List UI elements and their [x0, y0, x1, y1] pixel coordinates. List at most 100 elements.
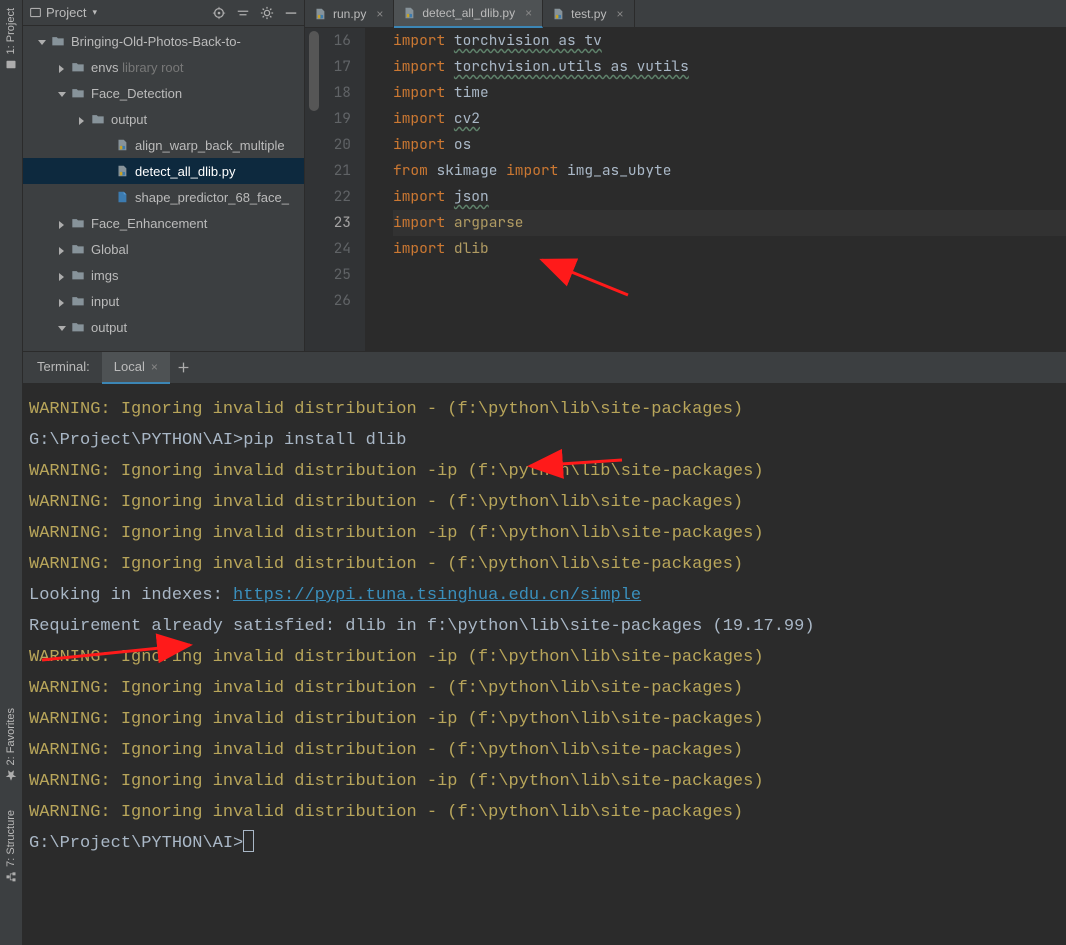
- tree-label: output: [111, 112, 147, 127]
- folder-icon: [71, 86, 85, 100]
- tree-arrow-icon: [57, 88, 67, 98]
- close-icon[interactable]: ×: [151, 360, 158, 374]
- tree-label: Bringing-Old-Photos-Back-to-: [71, 34, 241, 49]
- code-line[interactable]: [393, 262, 1066, 288]
- tree-arrow-icon: [101, 192, 111, 202]
- tool-tab-label: 2: Favorites: [5, 708, 17, 765]
- folder-icon: [71, 294, 85, 308]
- line-number: 21: [305, 158, 351, 184]
- tree-label: Face_Enhancement: [91, 216, 207, 231]
- terminal-line: G:\Project\PYTHON\AI>pip install dlib: [29, 425, 1062, 456]
- tree-label: detect_all_dlib.py: [135, 164, 235, 179]
- line-number: 22: [305, 184, 351, 210]
- scrollbar-thumb[interactable]: [309, 31, 319, 111]
- code-editor[interactable]: 1617181920212223242526 import torchvisio…: [305, 28, 1066, 351]
- code-line[interactable]: import argparse: [393, 210, 1066, 236]
- terminal-line: WARNING: Ignoring invalid distribution -…: [29, 766, 1062, 797]
- project-icon: [5, 58, 17, 70]
- tree-arrow-icon: [57, 62, 67, 72]
- line-number: 20: [305, 132, 351, 158]
- terminal-panel: Terminal: Local × WARNING: Ignoring inva…: [23, 352, 1066, 945]
- terminal-line: WARNING: Ignoring invalid distribution -…: [29, 642, 1062, 673]
- tool-tab-structure[interactable]: 7: Structure: [5, 810, 17, 883]
- code-line[interactable]: from skimage import img_as_ubyte: [393, 158, 1066, 184]
- folder-icon: [71, 216, 85, 230]
- tree-item[interactable]: output: [23, 106, 304, 132]
- editor-tab[interactable]: detect_all_dlib.py ×: [394, 0, 543, 28]
- close-icon[interactable]: ×: [376, 7, 383, 21]
- terminal-body[interactable]: WARNING: Ignoring invalid distribution -…: [23, 384, 1066, 945]
- code-line[interactable]: import time: [393, 80, 1066, 106]
- tree-item[interactable]: Bringing-Old-Photos-Back-to-: [23, 28, 304, 54]
- terminal-line: WARNING: Ignoring invalid distribution -…: [29, 797, 1062, 828]
- index-url-link[interactable]: https://pypi.tuna.tsinghua.edu.cn/simple: [233, 586, 641, 605]
- star-icon: [5, 770, 17, 782]
- tool-tab-project[interactable]: 1: Project: [5, 8, 17, 70]
- tree-item[interactable]: shape_predictor_68_face_: [23, 184, 304, 210]
- folder-icon: [71, 242, 85, 256]
- tool-tab-label: 1: Project: [5, 8, 17, 54]
- tree-label: imgs: [91, 268, 118, 283]
- terminal-line: Looking in indexes: https://pypi.tuna.ts…: [29, 580, 1062, 611]
- terminal-line: WARNING: Ignoring invalid distribution -…: [29, 487, 1062, 518]
- tool-tab-label: 7: Structure: [5, 810, 17, 867]
- python-file-icon: [402, 6, 416, 20]
- folder-icon: [71, 60, 85, 74]
- folder-icon: [71, 268, 85, 282]
- tree-item[interactable]: input: [23, 288, 304, 314]
- gear-icon[interactable]: [260, 6, 274, 20]
- tree-arrow-icon: [57, 244, 67, 254]
- tool-tab-favorites[interactable]: 2: Favorites: [5, 708, 17, 781]
- tree-item[interactable]: align_warp_back_multiple: [23, 132, 304, 158]
- tab-label: run.py: [333, 7, 366, 21]
- folder-icon: [71, 320, 85, 334]
- tree-label: shape_predictor_68_face_: [135, 190, 289, 205]
- tree-item[interactable]: output: [23, 314, 304, 340]
- code-line[interactable]: import cv2: [393, 106, 1066, 132]
- tool-window-strip: 1: Project 2: Favorites 7: Structure: [0, 0, 23, 945]
- tree-item[interactable]: Face_Enhancement: [23, 210, 304, 236]
- project-view-selector[interactable]: Project ▾: [29, 5, 97, 20]
- tree-label: Face_Detection: [91, 86, 182, 101]
- terminal-title: Terminal:: [25, 352, 102, 384]
- code-line[interactable]: [393, 288, 1066, 314]
- tree-label: output: [91, 320, 127, 335]
- tree-arrow-icon: [37, 36, 47, 46]
- expand-icon[interactable]: [236, 6, 250, 20]
- code-line[interactable]: import dlib: [393, 236, 1066, 262]
- python-file-icon: [115, 138, 129, 152]
- terminal-line: WARNING: Ignoring invalid distribution -…: [29, 518, 1062, 549]
- code-line[interactable]: import json: [393, 184, 1066, 210]
- project-tree[interactable]: Bringing-Old-Photos-Back-to-envs library…: [23, 26, 304, 351]
- terminal-line: WARNING: Ignoring invalid distribution -…: [29, 673, 1062, 704]
- tree-label: align_warp_back_multiple: [135, 138, 285, 153]
- tree-item[interactable]: envs library root: [23, 54, 304, 80]
- locate-icon[interactable]: [212, 6, 226, 20]
- python-file-icon: [313, 7, 327, 21]
- tree-item[interactable]: Face_Detection: [23, 80, 304, 106]
- editor-tabs: run.py×detect_all_dlib.py×test.py×: [305, 0, 1066, 28]
- tree-item[interactable]: Global: [23, 236, 304, 262]
- editor-tab[interactable]: run.py ×: [305, 0, 394, 28]
- terminal-session-tab[interactable]: Local ×: [102, 352, 170, 384]
- tab-label: detect_all_dlib.py: [422, 6, 515, 20]
- python-file-icon: [551, 7, 565, 21]
- project-title: Project: [46, 5, 86, 20]
- close-icon[interactable]: ×: [616, 7, 623, 21]
- tree-item[interactable]: imgs: [23, 262, 304, 288]
- hide-icon[interactable]: [284, 6, 298, 20]
- terminal-line: Requirement already satisfied: dlib in f…: [29, 611, 1062, 642]
- python-file-icon: [115, 190, 129, 204]
- code-line[interactable]: import torchvision.utils as vutils: [393, 54, 1066, 80]
- tree-arrow-icon: [101, 140, 111, 150]
- code-body[interactable]: import torchvision as tvimport torchvisi…: [365, 28, 1066, 351]
- close-icon[interactable]: ×: [525, 6, 532, 20]
- code-line[interactable]: import torchvision as tv: [393, 28, 1066, 54]
- tree-item[interactable]: detect_all_dlib.py: [23, 158, 304, 184]
- terminal-line: WARNING: Ignoring invalid distribution -…: [29, 394, 1062, 425]
- tree-arrow-icon: [57, 218, 67, 228]
- new-session-button[interactable]: [170, 352, 198, 384]
- code-line[interactable]: import os: [393, 132, 1066, 158]
- tree-label: input: [91, 294, 119, 309]
- editor-tab[interactable]: test.py×: [543, 0, 634, 28]
